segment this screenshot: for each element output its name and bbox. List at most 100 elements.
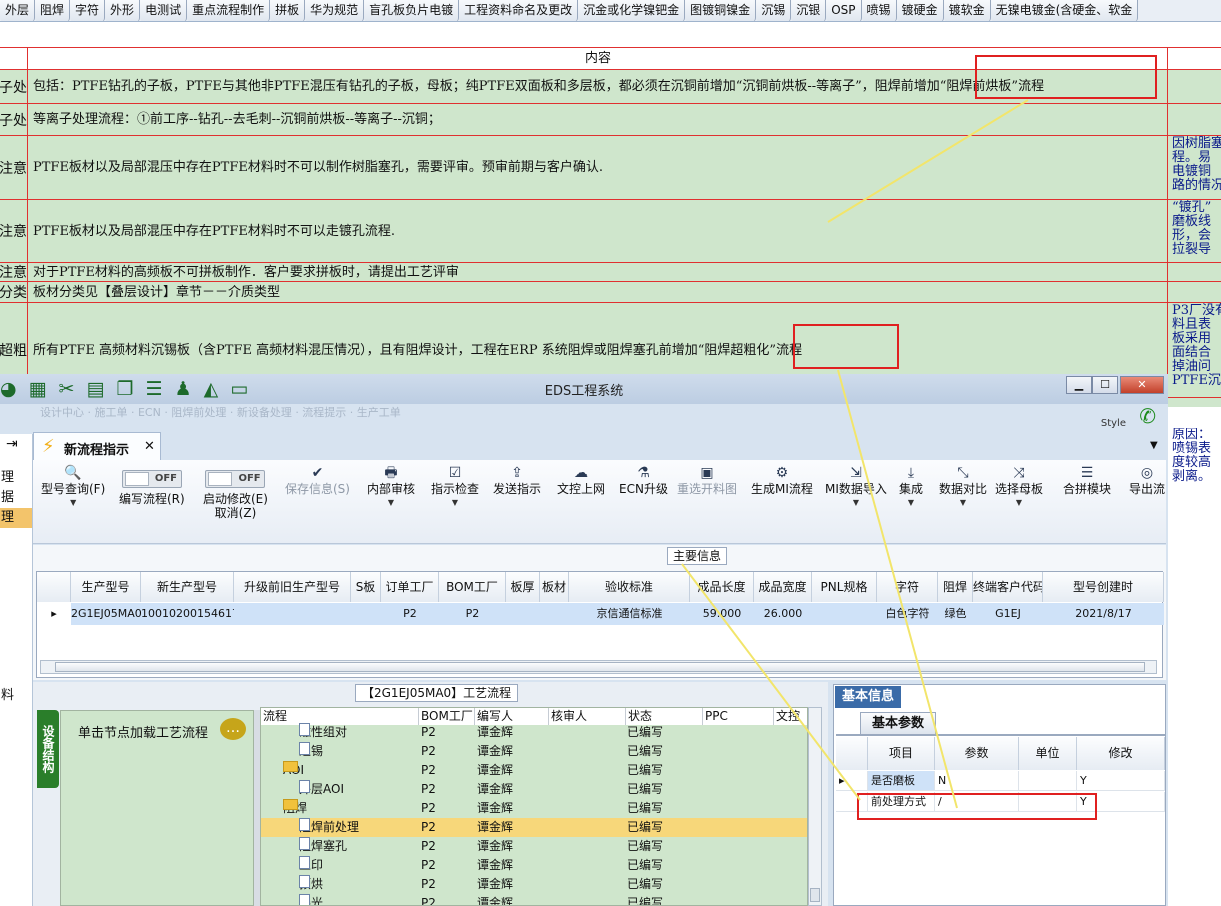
tree-node[interactable]: 磁性组对 <box>299 723 347 742</box>
tree-node[interactable]: 预烘 <box>299 875 323 894</box>
dropdown-arrow-icon[interactable]: ▼ <box>825 496 887 510</box>
tree-row[interactable]: 阻焊 P2 谭金辉 已编写 <box>261 799 807 818</box>
close-tab-icon[interactable]: ✕ <box>144 439 155 454</box>
chat-bubble-icon[interactable]: … <box>220 718 246 740</box>
scroll-thumb[interactable] <box>810 888 820 902</box>
tab-basic-info[interactable]: 基本信息 <box>835 686 901 708</box>
ribbon-button[interactable]: ⇲ MI数据导入 ▼ <box>825 464 887 510</box>
scroll-thumb[interactable] <box>55 662 1145 672</box>
nav-item[interactable]: 理 <box>0 508 32 528</box>
column-header[interactable]: 订单工厂 <box>381 572 439 602</box>
toggle-knob[interactable] <box>208 472 233 486</box>
column-header[interactable]: 成品宽度 <box>754 572 812 602</box>
equipment-structure-tab[interactable]: 设备结构 <box>37 710 59 788</box>
tree-node[interactable]: 退锡 <box>299 742 323 761</box>
nav-item[interactable]: 据 <box>0 488 32 508</box>
tree-row[interactable]: 阻焊塞孔 P2 谭金辉 已编写 <box>261 837 807 856</box>
tab-new-process[interactable]: ⚡ 新流程指示 ✕ <box>33 432 161 462</box>
top-tab[interactable]: 重点流程制作 <box>187 0 271 21</box>
grid-cell[interactable]: 绿色 <box>938 603 973 625</box>
top-tab[interactable]: 外形 <box>105 0 141 21</box>
tree-row[interactable]: 退锡 P2 谭金辉 已编写 <box>261 742 807 761</box>
nav-item[interactable] <box>0 528 32 548</box>
row-indicator[interactable]: ▸ <box>37 603 71 625</box>
tree-row[interactable]: 外层AOI P2 谭金辉 已编写 <box>261 780 807 799</box>
grid-cell[interactable]: G1EJ <box>973 603 1043 625</box>
minimize-button[interactable]: ▁ <box>1066 376 1092 394</box>
column-header[interactable]: 生产型号 <box>71 572 141 602</box>
top-tab[interactable]: 盲孔板负片电镀 <box>364 0 460 21</box>
dropdown-arrow-icon[interactable]: ▼ <box>995 496 1043 510</box>
grid-cell[interactable] <box>540 603 569 625</box>
grid-cell[interactable]: 10010200154617 <box>141 603 234 625</box>
dropdown-arrow-icon[interactable]: ▼ <box>431 496 479 510</box>
toggle-switch[interactable]: OFF <box>205 470 266 488</box>
ribbon-button[interactable]: ⤨ 选择母板 ▼ <box>995 464 1043 510</box>
grid-cell[interactable]: 京信通信标准 <box>569 603 690 625</box>
column-header[interactable]: S板 <box>351 572 381 602</box>
toggle-knob[interactable] <box>124 472 149 486</box>
column-header[interactable]: 板厚 <box>506 572 540 602</box>
tree-row[interactable]: AOI P2 谭金辉 已编写 <box>261 761 807 780</box>
ribbon-button[interactable]: ⤓ 集成 ▼ <box>899 464 923 510</box>
top-tab[interactable]: 阻焊 <box>35 0 71 21</box>
grid-cell[interactable] <box>812 603 877 625</box>
column-header[interactable]: 型号创建时 <box>1043 572 1164 602</box>
tab-basic-params[interactable]: 基本参数 <box>860 712 936 734</box>
param-cell[interactable]: N <box>935 771 1019 791</box>
ribbon-button[interactable]: OFF 启动修改(E) 取消(Z) <box>203 470 268 520</box>
ribbon-button[interactable]: ⚗ ECN升级 <box>619 464 668 496</box>
grid-cell[interactable]: P2 <box>381 603 439 625</box>
ribbon-button[interactable]: 🔍 型号查询(F) ▼ <box>41 464 105 510</box>
top-tab[interactable]: OSP <box>826 0 862 21</box>
column-header[interactable]: 阻焊 <box>938 572 973 602</box>
grid-cell[interactable] <box>506 603 540 625</box>
top-tab[interactable]: 工程资料命名及更改 <box>459 0 579 21</box>
nav-item[interactable]: 料 <box>0 686 32 706</box>
tree-row[interactable]: 磁性组对 P2 谭金辉 已编写 <box>261 723 807 742</box>
column-header[interactable]: 验收标准 <box>569 572 690 602</box>
top-tab[interactable]: 沉银 <box>791 0 827 21</box>
ribbon-button[interactable]: ⇪ 发送指示 <box>493 464 541 496</box>
column-header[interactable]: 板材 <box>540 572 569 602</box>
top-tab[interactable]: 镀硬金 <box>896 0 944 21</box>
ribbon-button[interactable]: ⤡ 数据对比 ▼ <box>939 464 987 510</box>
top-tab[interactable]: 无镍电镀金(含硬金、软金 <box>990 0 1139 21</box>
maximize-button[interactable]: ☐ <box>1092 376 1118 394</box>
param-column-header[interactable]: 修改 <box>1077 737 1165 770</box>
column-header[interactable]: 升级前旧生产型号 <box>234 572 351 602</box>
ribbon-button[interactable]: 🖶 内部审核 ▼ <box>367 464 415 510</box>
toggle-switch[interactable]: OFF <box>121 470 182 488</box>
dropdown-arrow-icon[interactable]: ▼ <box>367 496 415 510</box>
column-header[interactable]: 成品长度 <box>690 572 754 602</box>
top-tab[interactable]: 字符 <box>70 0 106 21</box>
column-header[interactable]: 字符 <box>877 572 938 602</box>
tree-row[interactable]: 丝印 P2 谭金辉 已编写 <box>261 856 807 875</box>
tree-row[interactable]: 曝光 P2 谭金辉 已编写 <box>261 894 807 905</box>
param-cell[interactable]: 是否磨板 <box>868 771 935 791</box>
top-tab[interactable]: 电测试 <box>140 0 188 21</box>
ribbon-button[interactable]: OFF 编写流程(R) <box>119 470 185 506</box>
top-tab[interactable]: 沉金或化学镍钯金 <box>578 0 686 21</box>
close-window-button[interactable]: ✕ <box>1120 376 1164 394</box>
ribbon-button[interactable]: ☰ 合拼模块 <box>1063 464 1111 496</box>
param-column-header[interactable]: 单位 <box>1019 737 1077 770</box>
grid-cell[interactable] <box>351 603 381 625</box>
ribbon-button[interactable]: ◎ 导出流 <box>1129 464 1165 496</box>
grid-cell[interactable]: 2021/8/17 <box>1043 603 1164 625</box>
grid-cell[interactable]: 59.000 <box>690 603 754 625</box>
top-tab[interactable]: 沉锡 <box>756 0 792 21</box>
column-header[interactable]: 新生产型号 <box>141 572 234 602</box>
tree-row[interactable]: 预烘 P2 谭金辉 已编写 <box>261 875 807 894</box>
param-cell[interactable]: Y <box>1077 771 1165 791</box>
dropdown-arrow-icon[interactable]: ▼ <box>939 496 987 510</box>
ribbon-button[interactable]: ☁ 文控上网 <box>557 464 605 496</box>
tree-node[interactable]: 丝印 <box>299 856 323 875</box>
column-header[interactable]: 终端客户代码 <box>973 572 1043 602</box>
tree-node[interactable]: 外层AOI <box>299 780 344 799</box>
tree-node[interactable]: AOI <box>283 761 304 780</box>
top-tab[interactable]: 镀软金 <box>943 0 991 21</box>
style-menu[interactable]: Style <box>1101 418 1126 429</box>
ribbon-button[interactable]: ⚙ 生成MI流程 <box>751 464 813 496</box>
param-column-header[interactable]: 项目 <box>868 737 935 770</box>
